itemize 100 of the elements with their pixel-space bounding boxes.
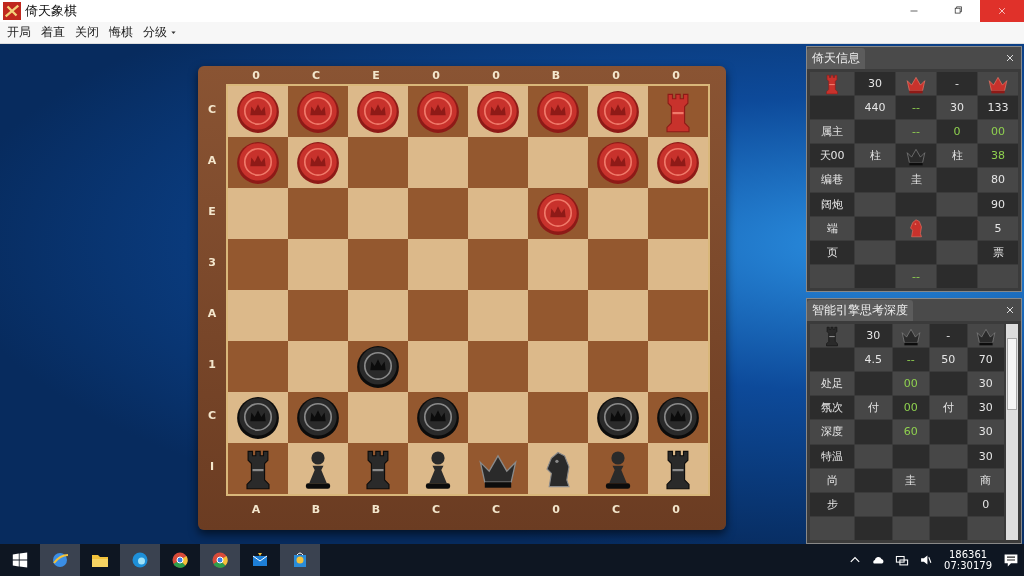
cell-text: 氛次	[821, 400, 843, 416]
grid-cell	[855, 492, 892, 516]
cell-text: 90	[991, 197, 1005, 211]
rank-label: C	[207, 409, 217, 422]
rank-label: A	[207, 154, 217, 167]
cell-text: 30	[978, 449, 993, 463]
board-square[interactable]	[228, 86, 288, 137]
clock-date[interactable]: 07:30179	[944, 560, 992, 571]
cell-text: --	[912, 269, 920, 283]
board-square[interactable]	[648, 443, 708, 494]
cell-text: 深度	[821, 424, 843, 440]
network-icon	[895, 553, 910, 567]
close-icon	[1005, 305, 1015, 315]
panel-title-tab[interactable]: 倚天信息	[807, 47, 865, 69]
board-square[interactable]	[468, 443, 528, 494]
grid-cell	[930, 492, 967, 516]
grid-cell	[937, 168, 977, 192]
board-square[interactable]	[288, 443, 348, 494]
grid-cell	[930, 516, 967, 540]
cell-text: 4.5	[864, 353, 882, 367]
board-square[interactable]	[468, 86, 528, 137]
menu-item[interactable]: 分级	[138, 24, 182, 41]
board-square[interactable]	[348, 86, 408, 137]
cell-text: 商	[980, 472, 992, 488]
file-label: C	[311, 68, 321, 82]
panel-title-tab[interactable]: 智能引擎思考深度	[807, 299, 913, 321]
grid-cell	[855, 372, 892, 396]
cell-text: 5	[994, 221, 1002, 235]
board-square[interactable]	[228, 392, 288, 443]
cell-text: --	[912, 125, 920, 139]
file-label: B	[551, 68, 561, 82]
board-square[interactable]	[348, 341, 408, 392]
cell-text: 付	[942, 400, 954, 416]
board-square[interactable]	[288, 392, 348, 443]
cell-text: 步	[826, 496, 838, 512]
taskbar-app-button[interactable]	[120, 544, 160, 576]
menu-item[interactable]: 悔棋	[104, 24, 138, 41]
cell-text: 端	[826, 220, 838, 236]
board-square[interactable]	[648, 137, 708, 188]
board-square[interactable]	[648, 392, 708, 443]
grid-cell	[855, 120, 895, 144]
cell-text: 80	[991, 173, 1005, 187]
menu-item[interactable]: 着直	[36, 24, 70, 41]
cell-text: 天00	[819, 148, 845, 164]
file-label: B	[311, 502, 321, 516]
taskbar-app-button[interactable]	[280, 544, 320, 576]
cell-text: 0	[982, 497, 990, 511]
cell-text: 圭	[910, 172, 922, 188]
scrollbar[interactable]	[1006, 324, 1018, 540]
taskbar-app-button[interactable]	[200, 544, 240, 576]
cell-text: 133	[987, 101, 1009, 115]
grid-cell	[855, 420, 892, 444]
grid-cell	[896, 240, 936, 264]
grid-cell	[855, 192, 895, 216]
board-square[interactable]	[408, 443, 468, 494]
cell-text: 编巷	[821, 172, 843, 188]
rank-label: 3	[208, 256, 216, 269]
grid-cell	[892, 444, 929, 468]
cell-text: 30	[978, 425, 993, 439]
menu-item[interactable]: 开局	[2, 24, 36, 41]
cell-text: 阔炮	[821, 196, 843, 212]
file-label: 0	[432, 68, 440, 82]
cell-text: 处足	[821, 376, 843, 392]
cell-text: 00	[903, 377, 918, 391]
grid-cell	[967, 516, 1004, 540]
cell-text: -	[955, 77, 959, 91]
cell-text: 0	[953, 125, 961, 139]
cell-text: 柱	[869, 148, 881, 164]
file-label: A	[251, 502, 261, 516]
cell-text: 50	[941, 353, 956, 367]
grid-cell	[937, 240, 977, 264]
file-label: 0	[672, 502, 680, 516]
grid-cell	[937, 192, 977, 216]
grid-cell	[892, 516, 929, 540]
file-label: B	[371, 502, 381, 516]
grid-cell	[810, 348, 854, 372]
file-label: 0	[552, 502, 560, 516]
cell-text: --	[912, 101, 920, 115]
scrollbar-thumb[interactable]	[1007, 338, 1017, 410]
menu-item[interactable]: 关闭	[70, 24, 104, 41]
grid-cell	[855, 168, 895, 192]
file-label: C	[431, 502, 441, 516]
file-label: 0	[492, 68, 500, 82]
clock-time[interactable]: 186361	[948, 549, 988, 560]
file-label: 0	[612, 68, 620, 82]
cell-text: 属主	[821, 124, 843, 140]
grid-cell	[855, 516, 892, 540]
file-label: C	[491, 502, 501, 516]
grid-cell	[810, 516, 854, 540]
file-label: C	[611, 502, 621, 516]
grid-cell	[937, 216, 977, 240]
board-square[interactable]	[408, 392, 468, 443]
rank-label: A	[207, 307, 217, 320]
board-square[interactable]	[528, 443, 588, 494]
rank-label: I	[209, 460, 215, 473]
board-square[interactable]	[588, 86, 648, 137]
cell-text: 00	[991, 125, 1005, 139]
grid-cell	[855, 468, 892, 492]
board-square[interactable]	[588, 392, 648, 443]
board-square[interactable]	[288, 137, 348, 188]
